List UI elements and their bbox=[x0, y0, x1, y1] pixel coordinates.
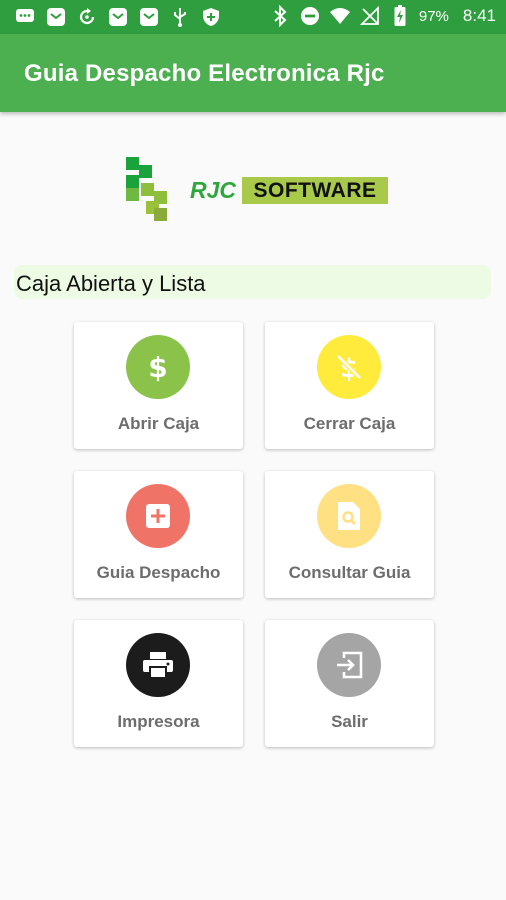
guia-despacho-label: Guia Despacho bbox=[96, 563, 221, 582]
logo-rjc-text: RJC bbox=[190, 177, 237, 203]
cerrar-caja-button[interactable]: $ Cerrar Caja bbox=[265, 322, 434, 449]
clock: 8:41 bbox=[462, 6, 496, 25]
message-icon bbox=[14, 6, 36, 28]
dollar-icon: $ bbox=[126, 335, 190, 399]
notification-icons bbox=[14, 6, 222, 28]
mail-icon bbox=[107, 6, 129, 28]
rjc-software-logo: RJC SOFTWARE bbox=[122, 157, 392, 223]
no-money-icon: $ bbox=[317, 335, 381, 399]
svg-text:$: $ bbox=[148, 351, 167, 384]
status-bar: 97% 8:41 bbox=[0, 0, 506, 34]
impresora-button[interactable]: Impresora bbox=[74, 620, 243, 747]
app-bar: Guia Despacho Electronica Rjc bbox=[0, 34, 506, 112]
impresora-label: Impresora bbox=[117, 712, 200, 731]
sync-icon bbox=[76, 6, 98, 28]
printer-icon bbox=[126, 633, 190, 697]
abrir-caja-button[interactable]: $ Abrir Caja bbox=[74, 322, 243, 449]
bluetooth-icon bbox=[269, 5, 291, 27]
no-signal-icon bbox=[359, 5, 381, 27]
salir-button[interactable]: Salir bbox=[265, 620, 434, 747]
salir-label: Salir bbox=[331, 712, 368, 731]
cash-status-banner: Caja Abierta y Lista bbox=[14, 265, 491, 299]
mail-icon bbox=[45, 6, 67, 28]
cash-status-text: Caja Abierta y Lista bbox=[16, 271, 206, 296]
cerrar-caja-label: Cerrar Caja bbox=[303, 414, 396, 433]
consultar-guia-button[interactable]: Consultar Guia bbox=[265, 471, 434, 598]
battery-icon bbox=[389, 5, 411, 27]
do-not-disturb-icon bbox=[299, 5, 321, 27]
app-title: Guia Despacho Electronica Rjc bbox=[24, 60, 385, 87]
system-icons: 97% 8:41 bbox=[269, 5, 496, 27]
find-document-icon bbox=[317, 484, 381, 548]
wifi-icon bbox=[329, 5, 351, 27]
logo-mark-icon bbox=[126, 157, 167, 221]
guia-despacho-button[interactable]: Guia Despacho bbox=[74, 471, 243, 598]
shield-icon bbox=[200, 6, 222, 28]
mail-icon bbox=[138, 6, 160, 28]
add-box-icon bbox=[126, 484, 190, 548]
consultar-guia-label: Consultar Guia bbox=[288, 563, 411, 582]
battery-percent: 97% bbox=[418, 7, 449, 25]
abrir-caja-label: Abrir Caja bbox=[117, 414, 200, 433]
logo-software-text: SOFTWARE bbox=[242, 177, 388, 204]
usb-icon bbox=[169, 6, 191, 28]
exit-icon bbox=[317, 633, 381, 697]
